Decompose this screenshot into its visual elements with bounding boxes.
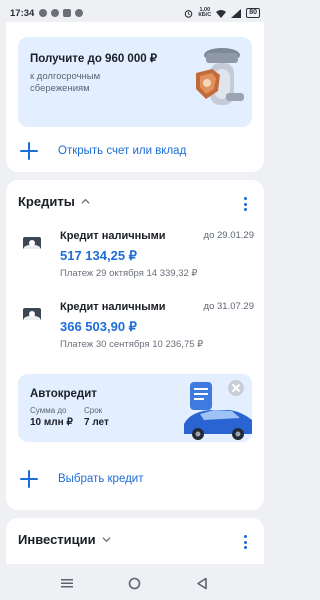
chevron-up-icon — [81, 198, 90, 204]
savings-promo-subtitle-line1: к долгосрочным — [30, 71, 101, 82]
loan-payment: Платеж 29 октября 14 339,32 ₽ — [60, 268, 198, 279]
chevron-down-icon — [102, 537, 111, 543]
telegram-icon — [51, 9, 60, 17]
loan-item-2[interactable]: Кредит наличными до 31.07.29 366 503,90 … — [18, 301, 254, 361]
battery-indicator: 80 — [246, 8, 260, 18]
system-navigation-bar — [0, 566, 270, 600]
shield-coin-illustration — [196, 48, 244, 105]
auto-credit-term: Срок 7 лет — [84, 406, 109, 428]
auto-credit-sum: Сумма до 10 млн ₽ — [30, 406, 73, 428]
loan-due-date: до 31.07.29 — [203, 301, 254, 312]
recent-apps-icon[interactable] — [60, 577, 74, 589]
loan-amount: 517 134,25 ₽ — [60, 248, 137, 263]
notification-icons — [39, 9, 84, 17]
auto-credit-title: Автокредит — [30, 388, 97, 400]
loan-item-1[interactable]: Кредит наличными до 29.01.29 517 134,25 … — [18, 230, 254, 290]
loan-due-date: до 29.01.29 — [203, 230, 254, 241]
investments-card: Инвестиции — [6, 518, 264, 564]
choose-credit-button[interactable]: Выбрать кредит — [18, 468, 144, 490]
net-speed-unit: КБ/С — [198, 12, 212, 18]
alarm-icon — [185, 9, 193, 18]
auto-credit-sum-value: 10 млн ₽ — [30, 417, 73, 428]
credits-card: Кредиты Кредит наличными до 29.01.29 517… — [6, 180, 264, 510]
auto-credit-term-label: Срок — [84, 406, 103, 415]
home-icon[interactable] — [128, 577, 141, 590]
signal-icon — [231, 8, 242, 18]
investments-section-header[interactable]: Инвестиции — [18, 532, 111, 547]
savings-promo-banner[interactable]: Получите до 960 000 ₽ к долгосрочным сбе… — [18, 37, 252, 127]
plus-icon — [18, 468, 40, 490]
loan-name: Кредит наличными — [60, 301, 166, 313]
investments-title: Инвестиции — [18, 532, 96, 547]
mail-icon — [63, 9, 72, 17]
savings-promo-subtitle-line2: сбережениям — [30, 83, 90, 94]
cash-loan-icon — [23, 237, 41, 249]
back-icon[interactable] — [196, 577, 208, 590]
cash-loan-icon — [23, 308, 41, 320]
loan-name: Кредит наличными — [60, 230, 166, 242]
savings-promo-title: Получите до 960 000 ₽ — [30, 53, 158, 65]
close-promo-icon[interactable] — [228, 380, 244, 396]
net-speed: 1,00 КБ/С — [198, 7, 212, 18]
open-account-label: Открыть счет или вклад — [58, 145, 187, 157]
status-time: 17:34 — [10, 7, 35, 19]
credits-section-header[interactable]: Кредиты — [18, 194, 90, 209]
whatsapp-icon — [39, 9, 48, 17]
wifi-icon — [216, 9, 227, 18]
credits-more-icon[interactable] — [244, 197, 248, 211]
loan-amount: 366 503,90 ₽ — [60, 319, 137, 334]
choose-credit-label: Выбрать кредит — [58, 473, 144, 485]
investments-more-icon[interactable] — [244, 535, 248, 549]
loan-payment: Платеж 30 сентября 10 236,75 ₽ — [60, 339, 204, 350]
auto-credit-promo-banner[interactable]: Автокредит Сумма до 10 млн ₽ Срок 7 лет — [18, 374, 252, 442]
savings-card: Получите до 960 000 ₽ к долгосрочным сбе… — [6, 22, 264, 172]
credits-title: Кредиты — [18, 194, 75, 209]
at-icon — [75, 9, 84, 17]
plus-icon — [18, 140, 40, 162]
system-icons: 1,00 КБ/С 80 — [184, 7, 260, 18]
auto-credit-sum-label: Сумма до — [30, 406, 67, 415]
auto-credit-term-value: 7 лет — [84, 417, 109, 428]
open-account-button[interactable]: Открыть счет или вклад — [18, 140, 186, 162]
